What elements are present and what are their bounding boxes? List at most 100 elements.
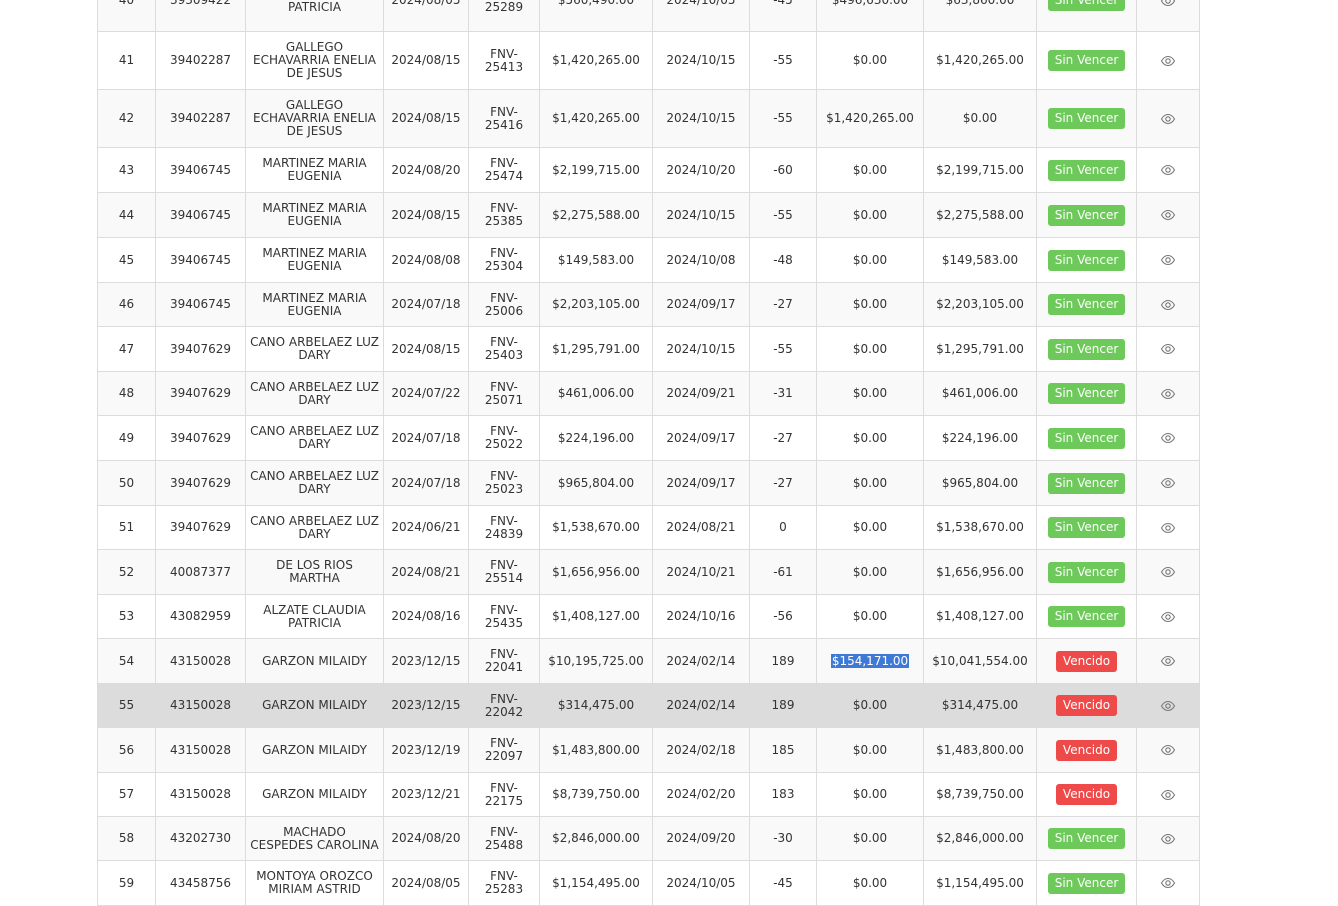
view-icon[interactable] — [1160, 787, 1176, 803]
document-number-cell: FNV-25413 — [468, 31, 540, 90]
invoice-date-cell: 2024/08/15 — [383, 192, 469, 238]
actions-cell — [1136, 237, 1200, 283]
view-icon[interactable] — [1160, 430, 1176, 446]
client-id-cell: 43150028 — [155, 727, 246, 773]
days-overdue-cell: -31 — [749, 371, 817, 416]
table-row[interactable]: 48 39407629 CANO ARBELAEZ LUZ DARY 2024/07/… — [97, 371, 1200, 416]
due-date-cell: 2024/10/21 — [652, 549, 750, 595]
document-number-cell: FNV-25474 — [468, 147, 540, 193]
due-date-cell: 2024/02/14 — [652, 683, 750, 728]
view-icon[interactable] — [1160, 297, 1176, 313]
view-icon[interactable] — [1160, 875, 1176, 891]
actions-cell — [1136, 0, 1200, 32]
payment-amount-cell: $496,630.00 — [816, 0, 924, 32]
status-badge: Sin Vencer — [1047, 204, 1126, 226]
invoice-value-cell: $1,420,265.00 — [539, 89, 653, 148]
view-icon[interactable] — [1160, 742, 1176, 758]
client-name-cell: MARTINEZ MARIA EUGENIA — [245, 282, 384, 327]
due-date-cell: 2024/08/21 — [652, 505, 750, 550]
client-id-cell: 39407629 — [155, 415, 246, 461]
view-icon[interactable] — [1160, 162, 1176, 178]
balance-amount-cell: $314,475.00 — [923, 683, 1037, 728]
table-row[interactable]: 55 43150028 GARZON MILAIDY 2023/12/15 FNV-22… — [97, 683, 1200, 728]
view-icon[interactable] — [1160, 0, 1176, 9]
actions-cell — [1136, 860, 1200, 906]
invoice-value-cell: $2,846,000.00 — [539, 816, 653, 861]
table-row[interactable]: 51 39407629 CANO ARBELAEZ LUZ DARY 2024/06/… — [97, 505, 1200, 550]
document-number-cell: FNV-25403 — [468, 326, 540, 372]
due-date-cell: 2024/02/20 — [652, 772, 750, 817]
status-cell: Sin Vencer — [1036, 89, 1137, 148]
due-date-cell: 2024/02/14 — [652, 638, 750, 684]
invoice-date-cell: 2024/08/15 — [383, 31, 469, 90]
balance-amount-cell: $0.00 — [923, 89, 1037, 148]
view-icon[interactable] — [1160, 207, 1176, 223]
balance-amount-cell: $2,846,000.00 — [923, 816, 1037, 861]
table-row[interactable]: 58 43202730 MACHADO CESPEDES CAROLINA 2024/… — [97, 816, 1200, 861]
view-icon[interactable] — [1160, 386, 1176, 402]
table-row[interactable]: 42 39402287 GALLEGO ECHAVARRIA ENELIA DE J… — [97, 89, 1200, 148]
row-number-cell: 51 — [97, 505, 156, 550]
table-row[interactable]: 4039309422RODRIGUEZ SANDRA PATRICIA2024/… — [97, 0, 1200, 32]
view-icon[interactable] — [1160, 653, 1176, 669]
client-id-cell: 39402287 — [155, 31, 246, 90]
balance-amount-cell: $965,804.00 — [923, 460, 1037, 506]
table-row[interactable]: 44 39406745 MARTINEZ MARIA EUGENIA 2024/08/… — [97, 192, 1200, 238]
due-date-cell: 2024/09/17 — [652, 460, 750, 506]
client-id-cell: 39406745 — [155, 237, 246, 283]
client-id-cell: 39309422 — [155, 0, 246, 32]
due-date-cell: 2024/10/20 — [652, 147, 750, 193]
table-row[interactable]: 46 39406745 MARTINEZ MARIA EUGENIA 2024/07/… — [97, 282, 1200, 327]
view-icon[interactable] — [1160, 698, 1176, 714]
actions-cell — [1136, 727, 1200, 773]
table-row[interactable]: 45 39406745 MARTINEZ MARIA EUGENIA 2024/08/… — [97, 237, 1200, 283]
payment-amount-cell: $0.00 — [816, 549, 924, 595]
invoice-value-cell: $461,006.00 — [539, 371, 653, 416]
row-number-cell: 44 — [97, 192, 156, 238]
table-row[interactable]: 56 43150028 GARZON MILAIDY 2023/12/19 FNV-22… — [97, 727, 1200, 773]
days-overdue-cell: -61 — [749, 549, 817, 595]
view-icon[interactable] — [1160, 53, 1176, 69]
view-icon[interactable] — [1160, 520, 1176, 536]
invoice-date-cell: 2024/07/18 — [383, 460, 469, 506]
client-name-cell: MONTOYA OROZCO MIRIAM ASTRID — [245, 860, 384, 906]
table-row[interactable]: 43 39406745 MARTINEZ MARIA EUGENIA 2024/08/… — [97, 147, 1200, 193]
balance-amount-cell: $1,420,265.00 — [923, 31, 1037, 90]
invoice-value-cell: $8,739,750.00 — [539, 772, 653, 817]
table-row[interactable]: 59 43458756 MONTOYA OROZCO MIRIAM ASTRID 20… — [97, 860, 1200, 906]
table-row[interactable]: 41 39402287 GALLEGO ECHAVARRIA ENELIA DE J… — [97, 31, 1200, 90]
payment-amount-cell: $0.00 — [816, 816, 924, 861]
status-badge: Sin Vencer — [1047, 828, 1126, 849]
table-row[interactable]: 53 43082959 ALZATE CLAUDIA PATRICIA 2024/08… — [97, 594, 1200, 639]
client-name-cell: MARTINEZ MARIA EUGENIA — [245, 147, 384, 193]
invoice-value-cell: $314,475.00 — [539, 683, 653, 728]
view-icon[interactable] — [1160, 475, 1176, 491]
invoice-value-cell: $965,804.00 — [539, 460, 653, 506]
view-icon[interactable] — [1160, 341, 1176, 357]
due-date-cell: 2024/10/16 — [652, 594, 750, 639]
client-id-cell: 39407629 — [155, 371, 246, 416]
view-icon[interactable] — [1160, 111, 1176, 127]
client-id-cell: 43150028 — [155, 638, 246, 684]
actions-cell — [1136, 89, 1200, 148]
status-badge: Sin Vencer — [1047, 872, 1126, 894]
table-row[interactable]: 49 39407629 CANO ARBELAEZ LUZ DARY 2024/07/… — [97, 415, 1200, 461]
status-badge: Vencido — [1055, 784, 1118, 805]
view-icon[interactable] — [1160, 831, 1176, 847]
table-row[interactable]: 47 39407629 CANO ARBELAEZ LUZ DARY 2024/08/… — [97, 326, 1200, 372]
view-icon[interactable] — [1160, 609, 1176, 625]
client-name-cell: CANO ARBELAEZ LUZ DARY — [245, 371, 384, 416]
view-icon[interactable] — [1160, 564, 1176, 580]
status-badge: Sin Vencer — [1047, 338, 1126, 360]
table-row[interactable]: 54 43150028 GARZON MILAIDY 2023/12/15 FNV-22… — [97, 638, 1200, 684]
table-row[interactable]: 50 39407629 CANO ARBELAEZ LUZ DARY 2024/07/… — [97, 460, 1200, 506]
view-icon[interactable] — [1160, 252, 1176, 268]
client-name-cell: CANO ARBELAEZ LUZ DARY — [245, 505, 384, 550]
status-badge: Sin Vencer — [1047, 383, 1126, 404]
table-row[interactable]: 52 40087377 DE LOS RIOS MARTHA 2024/08/21 FN… — [97, 549, 1200, 595]
invoice-date-cell: 2024/08/08 — [383, 237, 469, 283]
table-row[interactable]: 57 43150028 GARZON MILAIDY 2023/12/21 FNV-22… — [97, 772, 1200, 817]
client-name-cell: GARZON MILAIDY — [245, 683, 384, 728]
document-number-cell: FNV-25071 — [468, 371, 540, 416]
status-cell: Sin Vencer — [1036, 549, 1137, 595]
